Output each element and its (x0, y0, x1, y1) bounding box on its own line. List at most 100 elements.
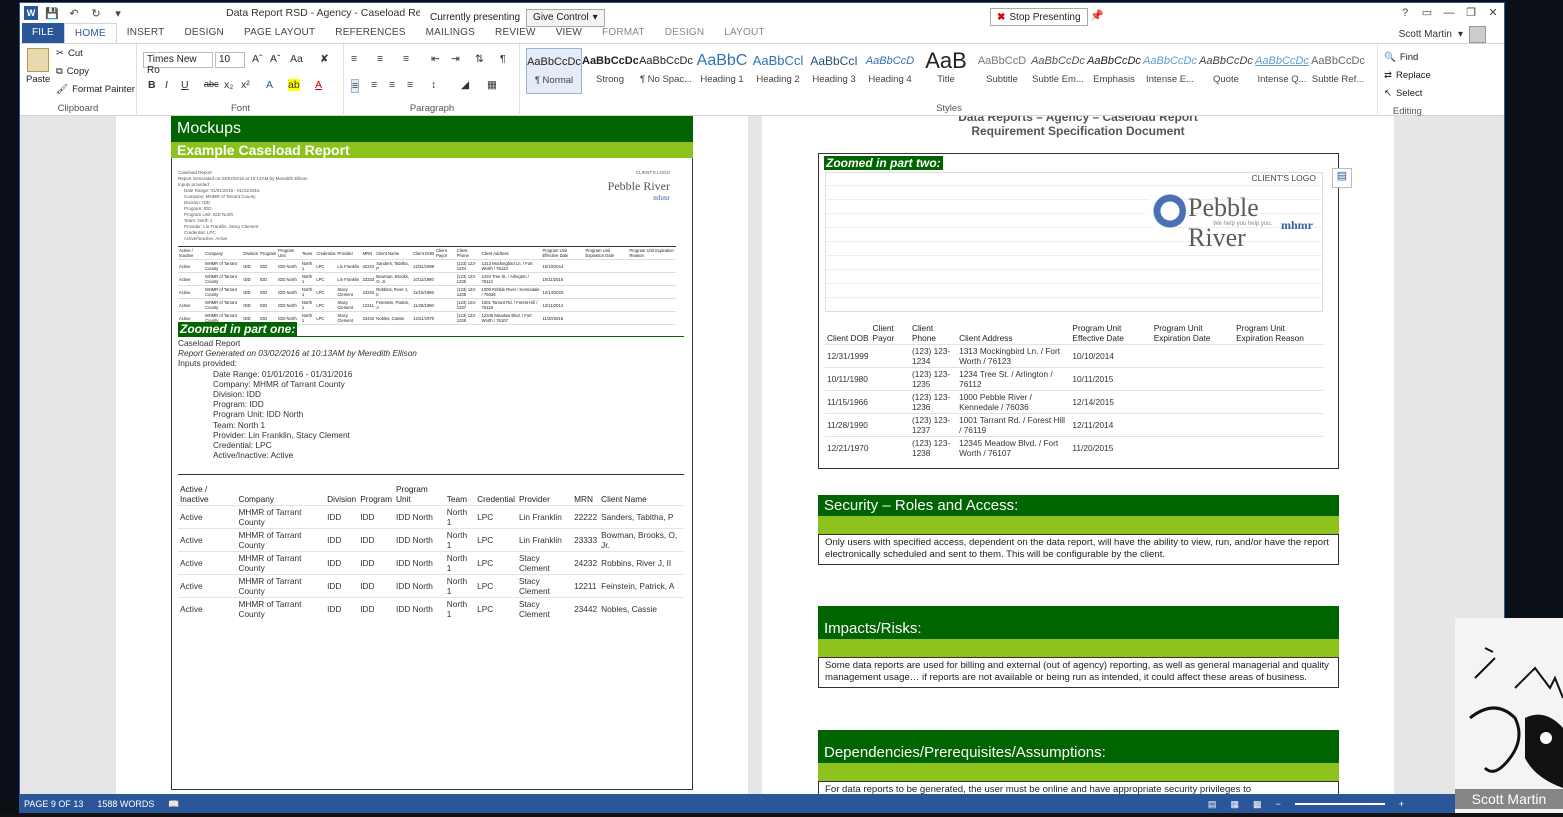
find-button[interactable]: 🔍 Find (1384, 48, 1431, 66)
word-count[interactable]: 1588 WORDS (97, 799, 154, 809)
pin-icon[interactable]: 📌 (1090, 9, 1104, 22)
style-heading-2[interactable]: AaBbCcl Heading 2 (750, 48, 806, 94)
table-cell: IDD (358, 528, 395, 552)
proofing-icon[interactable]: 📖 (168, 799, 179, 810)
thumb-cell: Robbins, River J, II (375, 285, 413, 299)
thumb-cell: IDD North (277, 285, 301, 299)
style-intense-quote[interactable]: AaBbCcDc Intense Q... (1254, 48, 1310, 94)
zoom-slider[interactable] (1294, 803, 1385, 805)
line-spacing-icon[interactable]: ↕ (431, 79, 436, 91)
decrease-indent-icon[interactable]: ⇤ (431, 53, 440, 65)
user-account[interactable]: Scott Martin ▾ (1399, 26, 1486, 43)
tab-design[interactable]: DESIGN (174, 23, 234, 43)
highlight-icon[interactable]: ab (288, 79, 300, 91)
style-title[interactable]: AaB Title (918, 48, 974, 94)
bold-icon[interactable]: B (148, 79, 156, 91)
sort-icon[interactable]: ⇅ (475, 53, 484, 65)
font-color-icon[interactable]: A (315, 79, 322, 91)
undo-icon[interactable]: ↶ (66, 7, 82, 20)
tab-page-layout[interactable]: PAGE LAYOUT (234, 23, 325, 43)
font-name-select[interactable]: Times New Ro (143, 52, 213, 76)
impacts-heading: Impacts/Risks: (818, 606, 1339, 639)
tab-file[interactable]: FILE (22, 23, 64, 43)
clear-formatting-icon[interactable]: ✘ (320, 53, 329, 65)
help-button[interactable]: ? (1394, 3, 1416, 23)
zoom-in-icon[interactable]: + (1399, 799, 1404, 809)
tab-insert[interactable]: INSERT (117, 23, 175, 43)
paste-button[interactable]: Paste (26, 48, 50, 85)
change-case-icon[interactable]: Aa (290, 53, 303, 65)
style-subtle-emphasis[interactable]: AaBbCcDc Subtle Em... (1030, 48, 1086, 94)
italic-icon[interactable]: I (165, 79, 168, 91)
font-size-select[interactable]: 10 (215, 52, 245, 68)
replace-button[interactable]: ⇄ Replace (1384, 66, 1431, 84)
cut-button[interactable]: ✂ Cut (56, 48, 83, 59)
underline-icon[interactable]: U (181, 79, 189, 91)
table-cell: Feinstein, Patrick, A (599, 574, 684, 598)
select-button[interactable]: ↖ Select (1384, 84, 1431, 102)
tab-table-layout[interactable]: LAYOUT (714, 23, 774, 43)
web-layout-icon[interactable]: ▩ (1253, 799, 1262, 810)
shrink-font-icon[interactable]: Aˇ (270, 53, 281, 65)
grow-font-icon[interactable]: Aˆ (252, 53, 263, 65)
style-subtitle[interactable]: AaBbCcD Subtitle (974, 48, 1030, 94)
tab-references[interactable]: REFERENCES (325, 23, 415, 43)
tab-view[interactable]: VIEW (546, 23, 592, 43)
restore-button[interactable]: ❐ (1460, 3, 1482, 23)
increase-indent-icon[interactable]: ⇥ (451, 53, 460, 65)
superscript-icon[interactable]: x² (241, 79, 250, 91)
justify-icon[interactable]: ≡ (407, 79, 413, 91)
table-cell: IDD (325, 528, 359, 552)
print-layout-icon[interactable]: ▦ (1230, 799, 1239, 810)
tab-review[interactable]: REVIEW (485, 23, 546, 43)
layout-options-icon[interactable]: ▤ (1332, 168, 1352, 188)
format-painter-button[interactable]: 🖌 Format Painter (56, 84, 135, 95)
style-no-spacing[interactable]: AaBbCcDc ¶ No Spac... (638, 48, 694, 94)
style-emphasis[interactable]: AaBbCcDc Emphasis (1086, 48, 1142, 94)
tab-mailings[interactable]: MAILINGS (416, 23, 485, 43)
align-center-icon[interactable]: ≡ (371, 79, 377, 91)
redo-icon[interactable]: ↻ (88, 7, 104, 20)
style-normal[interactable]: AaBbCcDc ¶ Normal (526, 48, 582, 94)
ribbon-display-button[interactable]: ▭ (1416, 3, 1438, 23)
tab-format[interactable]: FORMAT (592, 23, 655, 43)
tab-table-design[interactable]: DESIGN (655, 23, 715, 43)
style-subtle-reference[interactable]: AaBbCcDc Subtle Ref... (1310, 48, 1366, 94)
zoom-out-icon[interactable]: − (1275, 799, 1280, 809)
header-image[interactable]: CLIENT'S LOGO Pebble River We help you h… (825, 172, 1323, 312)
save-icon[interactable]: 💾 (44, 7, 60, 20)
thumb-cell: IDD (259, 272, 278, 286)
align-right-icon[interactable]: ≡ (389, 79, 395, 91)
style-heading-4[interactable]: AaBbCcD Heading 4 (862, 48, 918, 94)
style-quote[interactable]: AaBbCcDc Quote (1198, 48, 1254, 94)
window-controls: ? ▭ — ❐ ✕ (1394, 3, 1504, 23)
close-button[interactable]: ✕ (1482, 3, 1504, 23)
customize-qat-icon[interactable]: ▾ (110, 7, 126, 20)
table-row: Active MHMR of Tarrant County IDD IDD IDD No… (178, 551, 684, 575)
page-count[interactable]: PAGE 9 OF 13 (24, 799, 83, 809)
table-cell (870, 413, 910, 437)
tab-home[interactable]: HOME (63, 23, 117, 43)
bullets-icon[interactable]: ≡ (351, 53, 357, 65)
copy-button[interactable]: ⧉ Copy (56, 66, 89, 77)
subscript-icon[interactable]: x₂ (224, 79, 233, 91)
table-cell: 1234 Tree St. / Arlington / 76112 (957, 367, 1071, 391)
read-mode-icon[interactable]: ▤ (1208, 799, 1217, 810)
numbering-icon[interactable]: ≡ (377, 53, 383, 65)
shading-icon[interactable]: ◢ (461, 79, 469, 91)
strikethrough-icon[interactable]: abc (204, 79, 219, 89)
table-cell (1151, 367, 1235, 391)
borders-icon[interactable]: ▦ (487, 79, 497, 91)
table-cell (870, 390, 910, 414)
multilevel-list-icon[interactable]: ≡ (403, 53, 409, 65)
style-heading-3[interactable]: AaBbCcI Heading 3 (806, 48, 862, 94)
show-hide-icon[interactable]: ¶ (500, 53, 506, 65)
style-strong[interactable]: AaBbCcDc Strong (582, 48, 638, 94)
text-effects-icon[interactable]: A (266, 79, 273, 91)
align-left-icon[interactable]: ≡ (351, 79, 360, 93)
minimize-button[interactable]: — (1438, 3, 1460, 23)
style-heading-1[interactable]: AaBbC Heading 1 (694, 48, 750, 94)
style-intense-emphasis[interactable]: AaBbCcDc Intense E... (1142, 48, 1198, 94)
table-row: 12/31/1999 (123) 123-1234 1313 Mockingbird… (825, 344, 1323, 368)
table-cell: 11/28/1990 (825, 413, 871, 437)
